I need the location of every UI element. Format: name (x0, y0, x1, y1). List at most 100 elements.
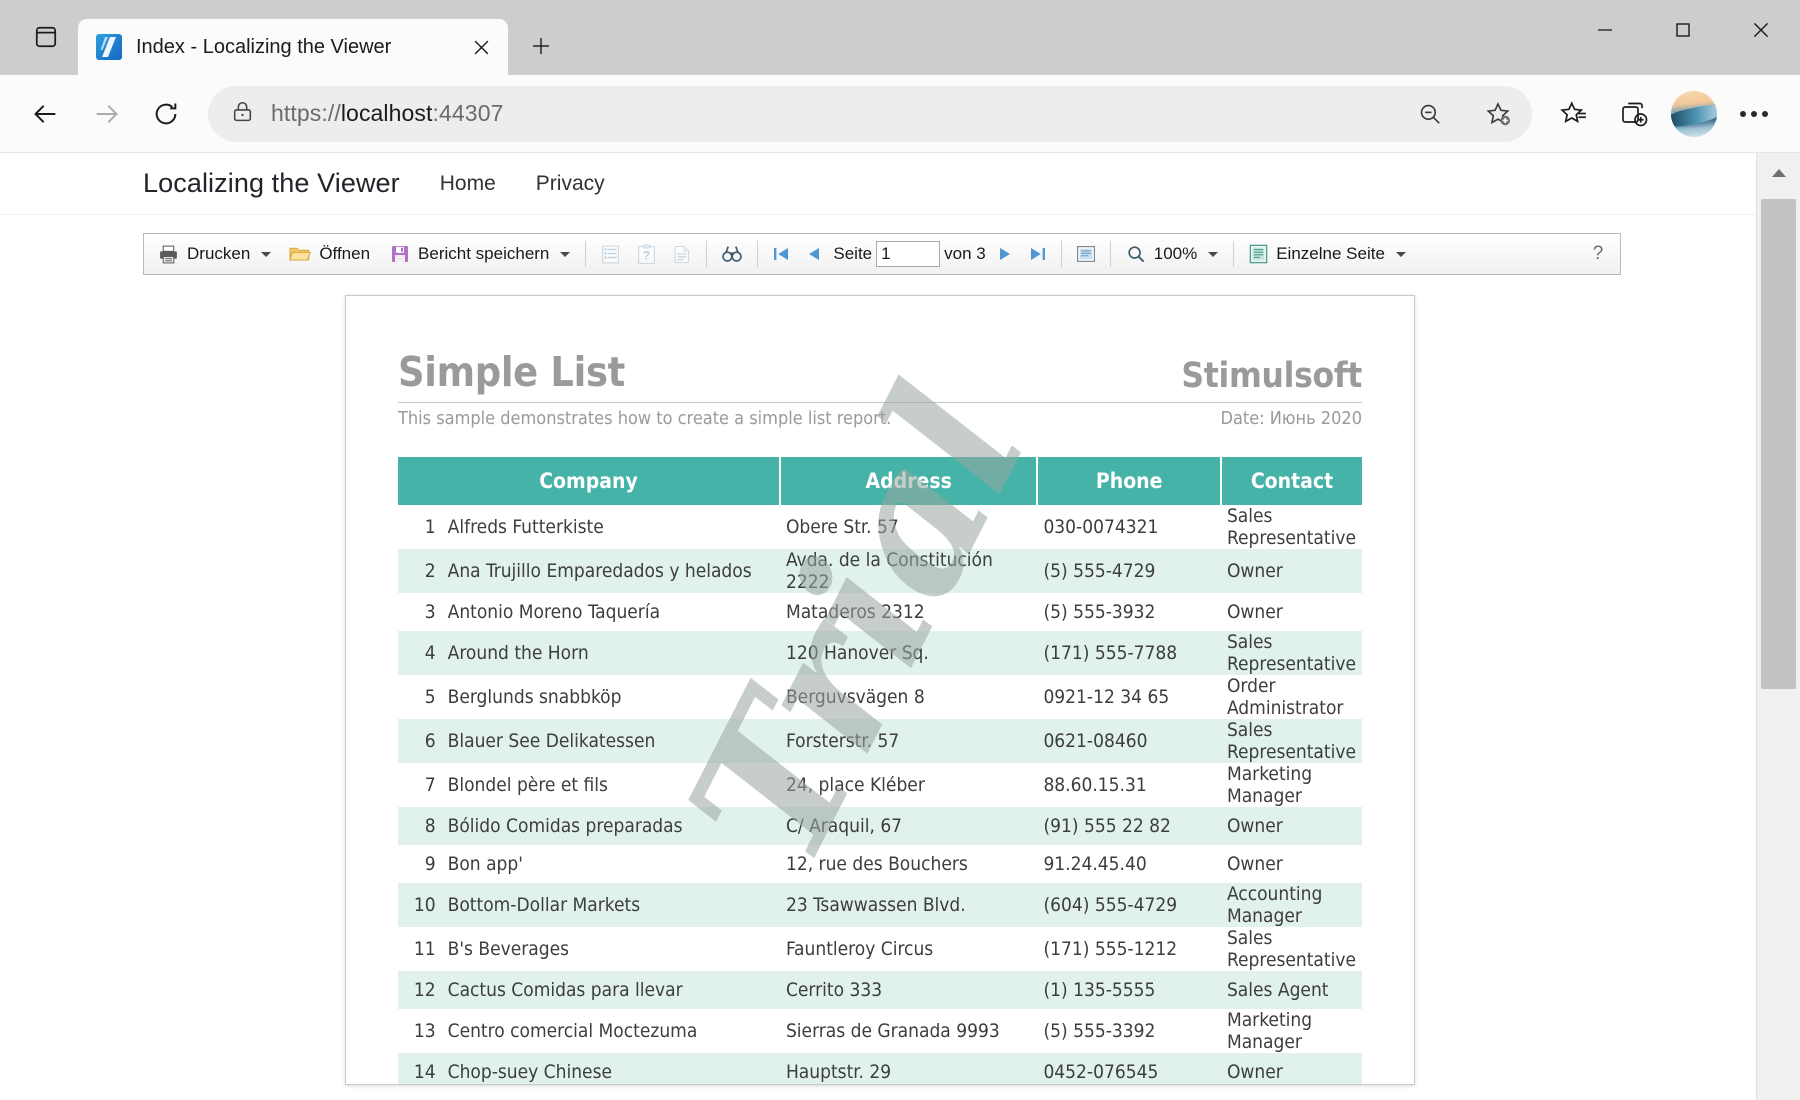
next-page-button[interactable] (990, 237, 1020, 271)
save-report-button[interactable]: Bericht speichern (382, 237, 578, 271)
parameters-icon: ? (638, 243, 656, 264)
cell-address: Hauptstr. 29 (779, 1053, 1038, 1084)
open-button[interactable]: Öffnen (281, 237, 380, 271)
settings-more-icon[interactable] (1726, 86, 1782, 142)
chevron-down-icon[interactable] (1208, 251, 1219, 257)
reload-button[interactable] (138, 86, 194, 142)
cell-row-number: 13 (413, 1020, 436, 1042)
table-row: 8 Bólido Comidas preparadas C/ Araquil, 67… (398, 807, 1362, 845)
fullscreen-button[interactable] (1069, 237, 1103, 271)
first-page-button[interactable] (765, 237, 797, 271)
cell-row-number: 11 (413, 938, 436, 960)
scroll-up-arrow-icon[interactable] (1757, 153, 1800, 193)
column-header-phone: Phone (1037, 457, 1222, 505)
cell-phone: 88.60.15.31 (1043, 774, 1147, 796)
page-scrollbar[interactable] (1756, 153, 1800, 1100)
address-bar[interactable]: https://localhost:44307 (208, 85, 1532, 142)
svg-text:?: ? (643, 250, 650, 262)
toolbar-separator (1109, 241, 1111, 267)
cell-address: 120 Hanover Sq. (779, 631, 1038, 675)
chevron-down-icon[interactable] (261, 251, 272, 257)
cell-company: Centro comercial Moctezuma (447, 1020, 698, 1042)
open-label: Öffnen (319, 244, 371, 263)
parameters-button[interactable]: ? (630, 237, 663, 271)
minimize-icon[interactable] (1566, 0, 1644, 60)
page-count-label: von 3 (944, 244, 986, 263)
report-page: Trial Simple List Stimulsoft This sample… (345, 295, 1415, 1085)
back-button[interactable] (18, 86, 74, 142)
cell-row-number: 6 (398, 719, 442, 763)
cell-contact: Owner (1226, 853, 1283, 875)
cell-address: 12, rue des Bouchers (785, 853, 968, 875)
toolbar-separator (585, 241, 587, 267)
nav-link-privacy[interactable]: Privacy (536, 172, 605, 196)
table-row: 6 Blauer See Delikatessen Forsterstr. 57 06… (398, 719, 1362, 763)
favorites-icon[interactable] (1546, 86, 1602, 142)
cell-company: Bon app' (447, 853, 523, 875)
save-report-label: Bericht speichern (418, 244, 550, 263)
previous-page-icon (809, 248, 820, 260)
chevron-down-icon[interactable] (1395, 251, 1406, 257)
site-brand[interactable]: Localizing the Viewer (143, 168, 400, 199)
cell-phone: (5) 555-4729 (1037, 549, 1221, 593)
tab-close-icon[interactable] (466, 32, 496, 62)
resources-button[interactable] (665, 237, 699, 271)
cell-company: B's Beverages (447, 938, 570, 960)
previous-page-button[interactable] (799, 237, 829, 271)
help-button[interactable]: ? (1582, 238, 1614, 270)
report-subheader: This sample demonstrates how to create a… (398, 408, 1362, 429)
bookmarks-button[interactable] (593, 237, 628, 271)
nav-link-home[interactable]: Home (440, 172, 496, 196)
chevron-down-icon[interactable] (560, 251, 571, 257)
single-page-icon (1249, 244, 1268, 264)
scrollbar-thumb[interactable] (1761, 199, 1796, 689)
cell-contact: Accounting Manager (1220, 883, 1362, 927)
maximize-icon[interactable] (1644, 0, 1722, 60)
browser-tab[interactable]: Index - Localizing the Viewer (78, 19, 508, 75)
view-mode-button[interactable]: Einzelne Seite (1241, 237, 1414, 271)
column-header-company: Company (398, 457, 781, 505)
cell-address: C/ Araquil, 67 (779, 807, 1038, 845)
zoom-value: 100% (1153, 244, 1198, 263)
page-number-input[interactable] (876, 241, 941, 267)
cell-row-number: 5 (424, 686, 436, 708)
last-page-button[interactable] (1022, 237, 1054, 271)
report-header-rule (398, 402, 1362, 403)
forward-button[interactable] (78, 86, 134, 142)
table-row: 1 Alfreds Futterkiste Obere Str. 57 030-007… (398, 505, 1362, 549)
table-body: 1 Alfreds Futterkiste Obere Str. 57 030-007… (398, 505, 1362, 1084)
print-button[interactable]: Drucken (150, 237, 279, 271)
cell-address: Obere Str. 57 (785, 516, 899, 538)
cell-contact: Sales Representative (1226, 927, 1356, 971)
close-icon[interactable] (1722, 0, 1800, 60)
tab-actions-button[interactable] (18, 9, 74, 65)
zoom-out-icon[interactable] (1404, 88, 1456, 140)
cell-phone: 0621-08460 (1037, 719, 1221, 763)
zoom-button[interactable]: 100% (1118, 237, 1226, 271)
profile-avatar[interactable] (1666, 86, 1722, 142)
find-button[interactable] (714, 237, 750, 271)
table-head: Company Address Phone Contact (398, 457, 1362, 505)
collections-icon[interactable] (1606, 86, 1662, 142)
find-icon (722, 246, 743, 262)
avatar[interactable] (1671, 90, 1717, 137)
cell-address: 23 Tsawwassen Blvd. (779, 883, 1038, 927)
report-viewer-toolbar: Drucken Öffnen Bericht speichern ? Seite… (143, 233, 1621, 275)
new-tab-button[interactable] (520, 25, 562, 67)
cell-address: Berguvsvägen 8 (785, 686, 925, 708)
table-row: 10 Bottom-Dollar Markets 23 Tsawwassen Blv… (398, 883, 1362, 927)
table-row: 2 Ana Trujillo Emparedados y helados Avda.… (398, 549, 1362, 593)
page-content: Localizing the Viewer Home Privacy Druck… (0, 153, 1800, 1100)
cell-phone: (1) 135-5555 (1037, 971, 1221, 1009)
stimulsoft-icon (96, 33, 122, 61)
bookmarks-icon (602, 245, 620, 263)
resources-icon (674, 245, 690, 263)
cell-company: Blauer See Delikatessen (441, 719, 780, 763)
add-favorite-icon[interactable] (1472, 88, 1524, 140)
report-date: Date: Июнь 2020 (1220, 408, 1362, 429)
cell-contact: Owner (1220, 1053, 1362, 1084)
site-lock-icon[interactable] (230, 99, 255, 129)
cell-row-number: 12 (398, 971, 442, 1009)
tab-title: Index - Localizing the Viewer (136, 35, 392, 58)
cell-contact: Owner (1220, 549, 1362, 593)
